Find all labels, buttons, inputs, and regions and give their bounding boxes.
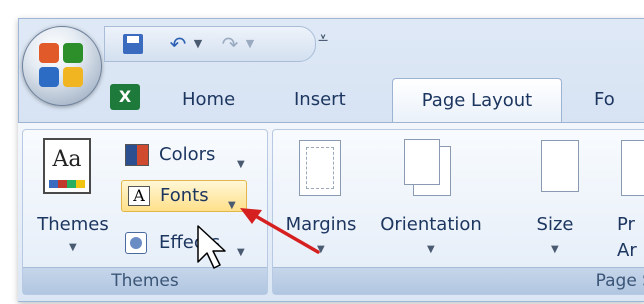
office-logo-icon (39, 43, 85, 89)
themes-group-label: Themes (23, 267, 267, 294)
effects-icon (125, 232, 147, 254)
save-icon[interactable] (119, 31, 147, 57)
themes-group: Aa Themes ▼ Colors ▼ A Fonts ▼ Effects ▼… (22, 129, 268, 295)
orientation-icon[interactable] (404, 139, 451, 196)
fonts-dropdown-icon: ▼ (228, 200, 236, 211)
colors-button[interactable]: Colors ▼ (125, 140, 255, 170)
themes-icon[interactable]: Aa (43, 138, 91, 194)
themes-button-label[interactable]: Themes (33, 214, 113, 235)
ribbon: Aa Themes ▼ Colors ▼ A Fonts ▼ Effects ▼… (18, 122, 644, 301)
size-dropdown-icon[interactable]: ▼ (551, 244, 559, 255)
print-area-icon[interactable] (621, 140, 644, 196)
effects-button[interactable]: Effects ▼ (125, 228, 255, 258)
quick-access-toolbar: ↶ ▼ ↷ ▼ (104, 26, 316, 62)
undo-icon[interactable]: ↶ (165, 31, 191, 57)
orientation-label[interactable]: Orientation (369, 214, 493, 235)
tab-page-layout[interactable]: Page Layout (392, 78, 562, 123)
size-label[interactable]: Size (525, 214, 585, 235)
fonts-label: Fonts (160, 185, 209, 206)
fonts-button[interactable]: A Fonts ▼ (121, 180, 247, 212)
excel-app-icon: X (110, 84, 140, 110)
tab-home[interactable]: Home (170, 80, 247, 120)
print-area-label[interactable]: Pr (617, 214, 644, 235)
page-setup-group-label-text: Page S (595, 271, 644, 291)
effects-label: Effects (159, 232, 221, 253)
colors-label: Colors (159, 144, 216, 165)
margins-icon[interactable] (299, 140, 341, 196)
tab-insert[interactable]: Insert (282, 80, 358, 120)
redo-icon[interactable]: ↷ (217, 31, 243, 57)
colors-icon (125, 144, 149, 166)
office-button[interactable] (22, 26, 102, 106)
page-setup-group: Margins ▼ Orientation ▼ Size ▼ Pr Ar Pag… (272, 129, 644, 295)
redo-dropdown-icon[interactable]: ▼ (243, 31, 257, 57)
effects-dropdown-icon: ▼ (237, 247, 245, 258)
size-icon[interactable] (541, 140, 579, 192)
colors-dropdown-icon: ▼ (237, 159, 245, 170)
fonts-icon: A (128, 186, 150, 206)
page-setup-group-label: Page S (273, 267, 644, 294)
tab-formulas[interactable]: Fo (582, 80, 627, 120)
orientation-dropdown-icon[interactable]: ▼ (427, 244, 435, 255)
customize-qat-icon[interactable]: ⩡ (318, 28, 328, 49)
print-area-label-line2[interactable]: Ar (617, 240, 644, 261)
themes-dropdown-icon[interactable]: ▼ (69, 242, 77, 253)
margins-label[interactable]: Margins (281, 214, 361, 235)
margins-dropdown-icon[interactable]: ▼ (317, 244, 325, 255)
undo-dropdown-icon[interactable]: ▼ (191, 31, 205, 57)
